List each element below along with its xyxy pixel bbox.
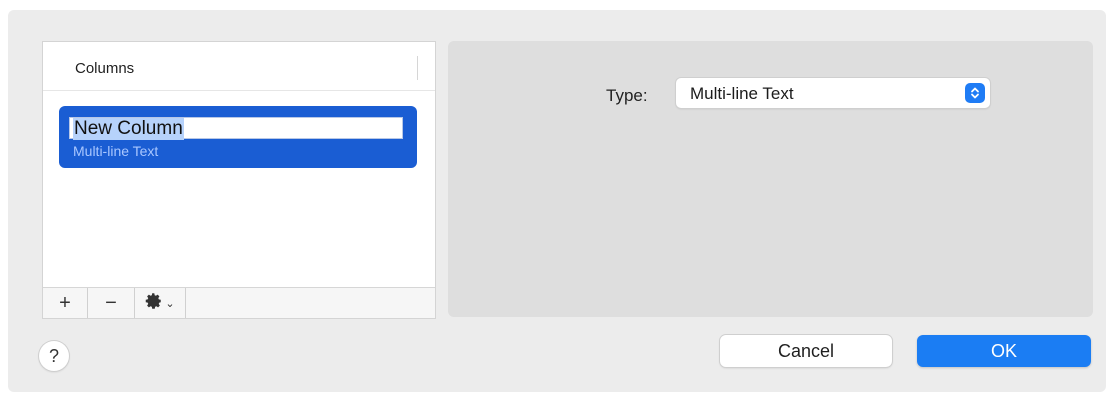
select-stepper-icon xyxy=(965,83,985,103)
columns-list: Columns New Column Multi-line Text + − ⌄ xyxy=(42,41,436,319)
gear-icon xyxy=(145,292,163,315)
plus-icon: + xyxy=(59,291,71,314)
cancel-button[interactable]: Cancel xyxy=(720,335,892,367)
help-button[interactable]: ? xyxy=(39,341,69,371)
minus-icon: − xyxy=(105,291,117,314)
action-menu-button[interactable]: ⌄ xyxy=(135,288,186,318)
question-mark-icon: ? xyxy=(48,345,59,366)
column-detail-panel: Type: Multi-line Text xyxy=(448,41,1093,317)
dialog: Columns New Column Multi-line Text + − ⌄… xyxy=(8,10,1106,392)
column-type-text: Multi-line Text xyxy=(73,143,159,159)
list-toolbar: + − ⌄ xyxy=(43,287,435,318)
type-select-value: Multi-line Text xyxy=(690,84,794,103)
type-label: Type: xyxy=(606,86,648,105)
type-select[interactable]: Multi-line Text xyxy=(676,78,990,108)
column-name-text: New Column xyxy=(73,118,184,140)
remove-column-button[interactable]: − xyxy=(88,288,135,318)
list-item[interactable]: New Column Multi-line Text xyxy=(59,106,417,168)
add-column-button[interactable]: + xyxy=(43,288,88,318)
chevron-down-icon: ⌄ xyxy=(165,297,175,310)
column-name-field[interactable]: New Column xyxy=(69,117,403,140)
columns-header-label: Columns xyxy=(75,60,135,77)
ok-button[interactable]: OK xyxy=(917,335,1091,367)
columns-list-header[interactable]: Columns xyxy=(43,42,435,91)
header-column-divider[interactable] xyxy=(417,56,418,80)
